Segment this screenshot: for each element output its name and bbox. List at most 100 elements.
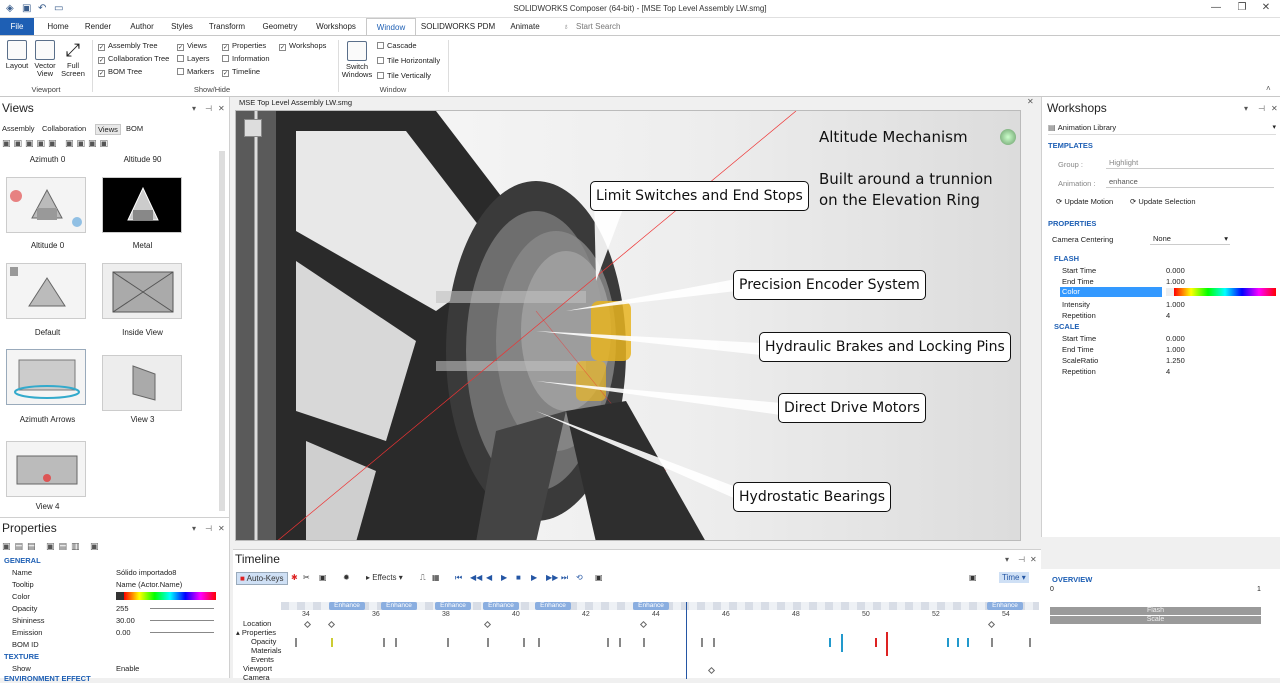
tab-window[interactable]: Window [366,18,416,35]
key-bar[interactable] [991,638,993,647]
tab-geometry[interactable]: Geometry [256,18,304,35]
callout-hydraulic-brakes[interactable]: Hydraulic Brakes and Locking Pins [759,332,1011,362]
view-thumbnail-altitude-0[interactable] [6,177,86,233]
views-scrollbar[interactable] [219,151,225,511]
go-end-icon[interactable]: ⏭ [561,573,568,583]
track-label[interactable]: Location [243,619,271,628]
pin-icon[interactable]: ⊣ [1018,555,1025,564]
collapse-ribbon-icon[interactable]: ˄ [1266,84,1271,93]
keyframe[interactable] [707,666,716,675]
view-thumbnail-view-3[interactable] [102,355,182,411]
group-dropdown[interactable]: Highlight [1106,156,1274,169]
tab-author[interactable]: Author [122,18,162,35]
shininess-slider[interactable] [150,620,214,621]
key-bar[interactable] [947,638,949,647]
enhance-marker[interactable]: Enhance [633,602,669,610]
step-back-icon[interactable]: ◀ [486,573,492,582]
tile-horizontally-button[interactable]: Tile Horizontally [377,56,440,65]
callout-precision-encoder[interactable]: Precision Encoder System [733,270,926,300]
key-bar[interactable] [1029,638,1031,647]
close-icon[interactable]: ✕ [1271,104,1278,113]
key-bar[interactable] [875,638,877,647]
camera-icon[interactable]: ▣ [319,573,327,582]
key-bar[interactable] [886,632,888,656]
pin-icon[interactable]: ⊣ [205,524,212,533]
properties-toolbar[interactable]: ▣▤▤ ▣▤▥ ▣ [2,541,122,552]
update-motion-button[interactable]: ⟳ Update Motion [1056,197,1113,206]
overview-track-scale[interactable]: Scale [1050,616,1261,624]
key-bar[interactable] [523,638,525,647]
checkbox-assembly-tree[interactable]: ✓ Assembly Tree [98,41,158,51]
prop-tooltip-value[interactable]: Name (Actor.Name) [116,580,182,589]
filter-icon[interactable]: ✂ [303,573,310,582]
panel-menu-icon[interactable]: ▾ [192,104,196,113]
screen-icon[interactable]: ▣ [969,573,977,582]
key-bar[interactable] [487,638,489,647]
checkbox-workshops[interactable]: ✓ Workshops [279,41,326,51]
tab-bom[interactable]: BOM [126,124,143,133]
minimize-icon[interactable]: — [1206,2,1226,13]
key-bar[interactable] [713,638,715,647]
restore-icon[interactable]: ❐ [1232,2,1252,13]
step-forward-icon[interactable]: ▶ [531,573,537,582]
key-bar[interactable] [538,638,540,647]
tab-styles[interactable]: Styles [165,18,199,35]
playhead[interactable] [686,602,687,679]
track-label[interactable]: Materials [251,646,281,655]
prop-name-value[interactable]: Sólido importado8 [116,568,176,577]
cascade-button[interactable]: Cascade [377,41,417,50]
key-bar[interactable] [967,638,969,647]
enhance-marker[interactable]: Enhance [435,602,471,610]
scale-start-time[interactable]: 0.000 [1166,334,1185,343]
layout-button[interactable]: Layout [4,40,30,70]
flash-end-time[interactable]: 1.000 [1166,277,1185,286]
track-label[interactable]: Events [251,655,274,664]
color-picker[interactable] [116,592,216,600]
views-toolbar[interactable]: ▣▣▣▣▣ ▣▣▣▣ [2,138,217,148]
track-label[interactable]: Opacity [251,637,276,646]
close-icon[interactable]: ✕ [1256,2,1276,13]
orientation-compass-icon[interactable] [1000,129,1016,145]
tile-vertically-button[interactable]: Tile Vertically [377,71,431,80]
panel-menu-icon[interactable]: ▾ [192,524,196,533]
checkbox-layers[interactable]: Layers [177,54,210,63]
stop-icon[interactable]: ■ [516,573,521,582]
keyframe[interactable] [639,620,648,629]
callout-hydrostatic-bearings[interactable]: Hydrostatic Bearings [733,482,892,512]
opacity-slider[interactable] [150,608,214,609]
tab-render[interactable]: Render [80,18,116,35]
next-key-icon[interactable]: ▶▶ [546,573,558,582]
zoom-icon[interactable]: ▣ [595,573,603,582]
tab-assembly[interactable]: Assembly [2,124,35,133]
tab-animate[interactable]: Animate [504,18,546,35]
switch-windows-button[interactable]: Switch Windows [340,41,374,79]
time-mode-dropdown[interactable]: Time ▾ [999,572,1029,583]
close-icon[interactable]: ✕ [1030,555,1037,564]
tab-collaboration[interactable]: Collaboration [42,124,86,133]
enhance-marker[interactable]: Enhance [987,602,1023,610]
enhance-marker[interactable]: Enhance [381,602,417,610]
tab-file[interactable]: File [0,18,34,35]
key-bar[interactable] [829,638,831,647]
keyframe[interactable] [303,620,312,629]
tab-workshops[interactable]: Workshops [310,18,362,35]
tab-solidworks-pdm[interactable]: SOLIDWORKS PDM [420,18,496,35]
panel-menu-icon[interactable]: ▾ [1005,555,1009,564]
key-bar[interactable] [643,638,645,647]
key-bar[interactable] [701,638,703,647]
key-bar[interactable] [841,634,843,652]
tab-views[interactable]: Views [95,124,121,135]
play-icon[interactable]: ▶ [501,573,507,582]
key-bar[interactable] [295,638,297,647]
lock-icon[interactable]: ⎍ [420,573,426,583]
enhance-marker[interactable]: Enhance [535,602,571,610]
checkbox-information[interactable]: Information [222,54,270,63]
close-icon[interactable]: ✕ [218,524,225,533]
viewport-toolbar-icon[interactable] [244,119,262,137]
enhance-marker[interactable]: Enhance [329,602,365,610]
scale-repetition[interactable]: 4 [1166,367,1170,376]
key-bar[interactable] [619,638,621,647]
panel-menu-icon[interactable]: ▾ [1244,104,1248,113]
view-thumbnail-default[interactable] [6,263,86,319]
callout-direct-drive-motors[interactable]: Direct Drive Motors [778,393,926,423]
